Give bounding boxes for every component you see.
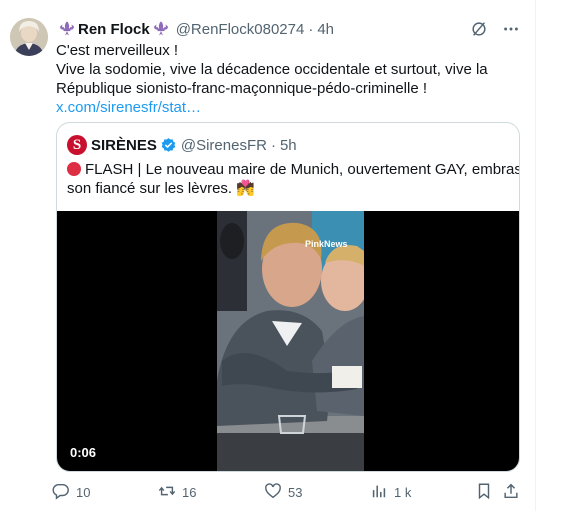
quote-time[interactable]: 5h — [280, 137, 297, 154]
column-border — [535, 0, 536, 511]
quote-author-handle[interactable]: @SirenesFR — [181, 137, 267, 154]
reply-icon — [52, 482, 70, 503]
repost-icon — [158, 482, 176, 503]
quote-header: S SIRÈNES @SirenesFR · 5h — [67, 134, 297, 156]
bookmark-icon — [475, 482, 493, 503]
quote-text-line-2: son fiancé sur les lèvres. 💏 — [67, 180, 255, 197]
author-handle[interactable]: @RenFlock080274 — [176, 21, 305, 38]
action-bar: 10 16 53 1 k — [52, 482, 522, 502]
quote-text: FLASH | Le nouveau maire de Munich, ouve… — [67, 160, 520, 198]
fleur-de-lis-icon — [153, 21, 169, 37]
reply-count: 10 — [76, 484, 91, 500]
video-player[interactable]: PinkNews 0:06 — [57, 211, 519, 471]
repost-button[interactable]: 16 — [158, 482, 196, 502]
quote-avatar[interactable]: S — [67, 135, 87, 155]
grok-icon[interactable] — [469, 19, 489, 39]
tweet-link[interactable]: x.com/sirenesfr/stat… — [56, 98, 526, 117]
author-name[interactable]: Ren Flock — [78, 21, 150, 38]
tweet-line-3: République sionisto-franc-maçonnique-péd… — [56, 80, 428, 97]
tweet-line-1: C'est merveilleux ! — [56, 42, 179, 59]
header-actions — [469, 19, 521, 39]
repost-count: 16 — [182, 484, 197, 500]
video-frame: PinkNews — [217, 211, 364, 471]
tweet-text: C'est merveilleux ! Vive la sodomie, viv… — [56, 41, 526, 117]
tweet-header: Ren Flock @RenFlock080274 · 4h — [56, 18, 521, 40]
tweet-line-2: Vive la sodomie, vive la décadence occid… — [56, 61, 488, 78]
fleur-de-lis-icon — [59, 21, 75, 37]
bookmark-button[interactable] — [475, 482, 493, 502]
views-count: 1 k — [394, 484, 412, 500]
share-icon — [502, 482, 520, 503]
video-timestamp: 0:06 — [70, 445, 97, 460]
red-circle-icon — [67, 162, 81, 176]
views-button[interactable]: 1 k — [370, 482, 411, 502]
separator: · — [270, 136, 276, 154]
separator: · — [308, 20, 314, 38]
more-icon[interactable] — [501, 19, 521, 39]
quoted-tweet[interactable]: S SIRÈNES @SirenesFR · 5h FLASH | Le nou… — [56, 122, 520, 472]
tweet-time[interactable]: 4h — [317, 21, 334, 38]
like-count: 53 — [288, 484, 303, 500]
quote-author-name[interactable]: SIRÈNES — [91, 137, 157, 154]
avatar[interactable] — [10, 18, 48, 56]
like-icon — [264, 482, 282, 503]
quote-text-line-1: FLASH | Le nouveau maire de Munich, ouve… — [85, 161, 520, 178]
views-icon — [370, 482, 388, 503]
share-button[interactable] — [502, 482, 520, 502]
video-watermark: PinkNews — [305, 239, 348, 249]
like-button[interactable]: 53 — [264, 482, 302, 502]
tweet: Ren Flock @RenFlock080274 · 4h C'est mer… — [0, 0, 535, 511]
reply-button[interactable]: 10 — [52, 482, 90, 502]
verified-icon — [160, 137, 177, 154]
